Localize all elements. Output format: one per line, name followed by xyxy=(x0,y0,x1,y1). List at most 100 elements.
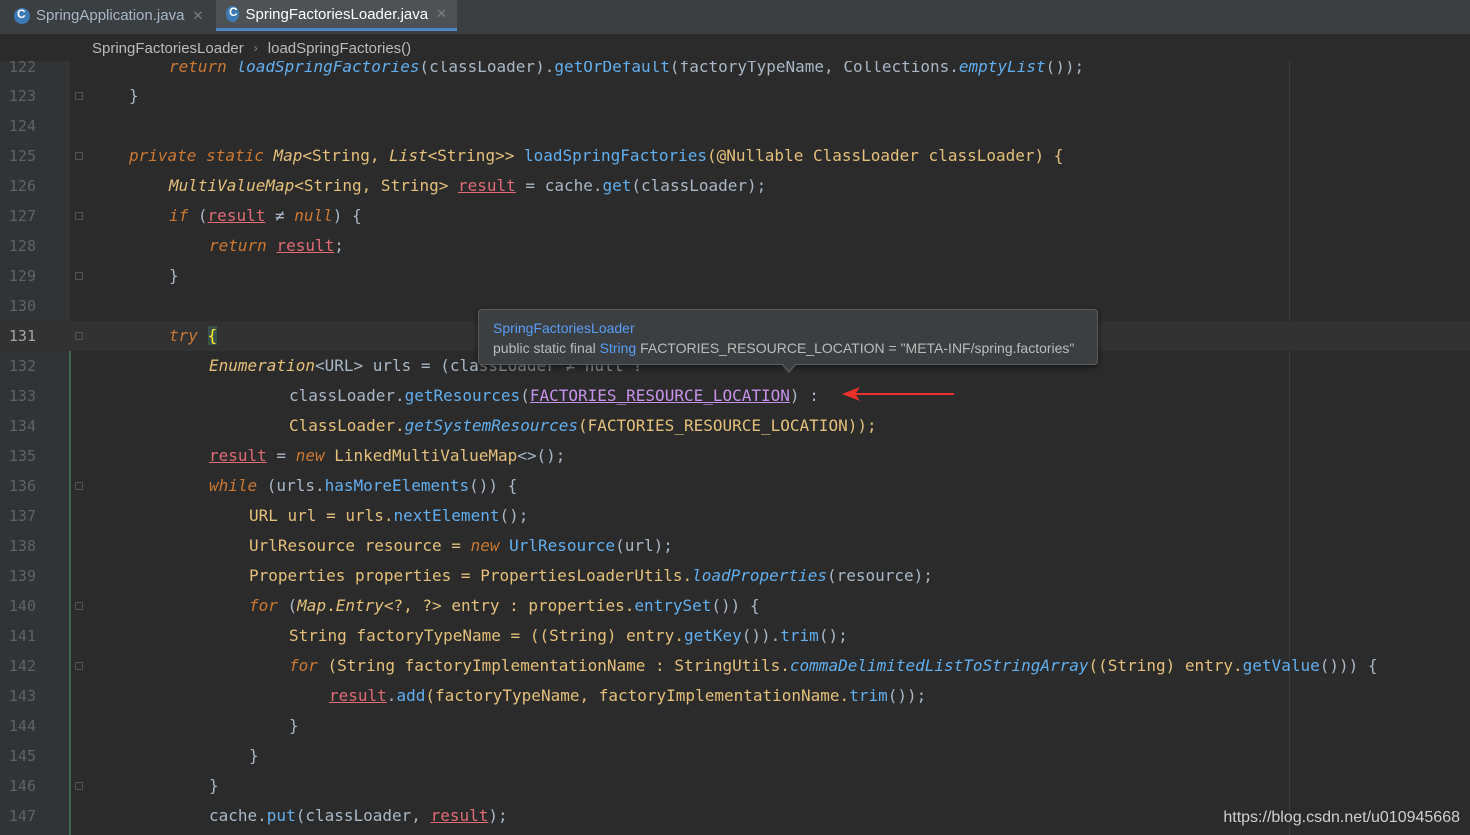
line-number: 126 xyxy=(8,177,36,195)
tooltip-class-name[interactable]: SpringFactoriesLoader xyxy=(493,318,1083,338)
tab-spring-application[interactable]: SpringApplication.java ✕ xyxy=(4,0,214,31)
code-token: LinkedMultiValueMap xyxy=(334,446,518,465)
fold-icon[interactable] xyxy=(75,272,83,280)
code-token: getValue xyxy=(1242,656,1320,675)
chevron-right-icon: › xyxy=(253,41,258,55)
breadcrumb: SpringFactoriesLoader › loadSpringFactor… xyxy=(0,35,1470,61)
code-token: UrlResource resource = xyxy=(249,536,471,555)
code-token: add xyxy=(396,686,426,705)
fold-icon[interactable] xyxy=(75,662,83,670)
fold-icon[interactable] xyxy=(75,92,83,100)
line-number: 137 xyxy=(8,507,36,525)
fold-icon[interactable] xyxy=(75,152,83,160)
code-line[interactable]: 124 xyxy=(0,111,1470,141)
code-token: getOrDefault xyxy=(554,61,670,76)
code-token: loadSpringFactories xyxy=(523,146,707,165)
code-token: ClassLoader. xyxy=(289,416,405,435)
breadcrumb-class[interactable]: SpringFactoriesLoader xyxy=(92,40,244,57)
code-token: ())) { xyxy=(1319,656,1378,675)
tab-label: SpringFactoriesLoader.java xyxy=(245,5,429,23)
code-token: new xyxy=(470,536,510,555)
code-token: result xyxy=(276,236,335,255)
code-token: <URL> urls = (cla xyxy=(314,356,479,375)
code-line[interactable]: 126 MultiValueMap<String, String> result… xyxy=(0,171,1470,201)
code-token: try xyxy=(169,326,208,345)
code-token: trim xyxy=(780,626,819,645)
code-token: MultiValueMap xyxy=(169,176,295,195)
fold-icon[interactable] xyxy=(75,212,83,220)
code-line[interactable]: 122 return loadSpringFactories(classLoad… xyxy=(0,61,1470,82)
fold-icon[interactable] xyxy=(75,602,83,610)
code-line[interactable]: 125 private static Map<String, List<Stri… xyxy=(0,141,1470,171)
code-token: (classLoader); xyxy=(631,176,767,195)
line-number: 138 xyxy=(8,537,36,555)
close-icon[interactable]: ✕ xyxy=(436,6,447,22)
code-line[interactable]: 123 } xyxy=(0,81,1470,111)
code-token: result xyxy=(209,446,267,465)
code-line[interactable]: 140 for (Map.Entry<?, ?> entry : propert… xyxy=(0,591,1470,621)
line-number: 133 xyxy=(8,387,36,405)
red-arrow-icon xyxy=(842,387,954,401)
tooltip-decl-type[interactable]: String xyxy=(600,340,637,356)
code-token: . xyxy=(386,686,397,705)
code-line[interactable]: 137 URL url = urls.nextElement(); xyxy=(0,501,1470,531)
code-token: } xyxy=(289,716,299,735)
fold-icon[interactable] xyxy=(75,782,83,790)
code-token: entrySet xyxy=(634,596,712,615)
code-token: put xyxy=(266,806,296,825)
code-token: loadProperties xyxy=(692,566,827,585)
fold-icon[interactable] xyxy=(75,332,83,340)
tooltip-decl-prefix: public static final xyxy=(493,340,600,356)
line-number: 139 xyxy=(8,567,36,585)
line-number: 122 xyxy=(8,61,36,76)
code-token: getSystemResources xyxy=(404,416,578,435)
code-token: loadSpringFactories xyxy=(236,61,420,76)
tab-spring-factories-loader[interactable]: SpringFactoriesLoader.java ✕ xyxy=(216,0,457,31)
code-line[interactable]: 145 } xyxy=(0,741,1470,771)
code-token: hasMoreElements xyxy=(324,476,470,495)
code-token: while xyxy=(209,476,267,495)
code-token: for xyxy=(289,656,328,675)
code-token: ) { xyxy=(332,206,362,225)
line-number: 130 xyxy=(8,297,36,315)
code-line[interactable]: 134 ClassLoader.getSystemResources(FACTO… xyxy=(0,411,1470,441)
code-token: classLoader. xyxy=(289,386,405,405)
code-line[interactable]: 136 while (urls.hasMoreElements()) { xyxy=(0,471,1470,501)
code-line[interactable]: 133 classLoader.getResources(FACTORIES_R… xyxy=(0,381,1470,411)
close-icon[interactable]: ✕ xyxy=(192,8,203,24)
code-line[interactable]: 138 UrlResource resource = new UrlResour… xyxy=(0,531,1470,561)
code-line[interactable]: 135 result = new LinkedMultiValueMap<>()… xyxy=(0,441,1470,471)
fold-icon[interactable] xyxy=(75,482,83,490)
code-token: return xyxy=(169,61,237,76)
code-line[interactable]: 146 } xyxy=(0,771,1470,801)
code-token: return xyxy=(209,236,277,255)
code-token: ; xyxy=(334,236,344,255)
code-line[interactable]: 139 Properties properties = PropertiesLo… xyxy=(0,561,1470,591)
code-line[interactable]: 127 if (result ≠ null) { xyxy=(0,201,1470,231)
code-token: emptyList xyxy=(958,61,1046,76)
tab-label: SpringApplication.java xyxy=(36,7,185,24)
line-number: 136 xyxy=(8,477,36,495)
code-token: ( xyxy=(520,386,530,405)
java-class-icon xyxy=(14,7,30,24)
code-token: (FACTORIES_RESOURCE_LOCATION)); xyxy=(577,416,877,435)
code-line[interactable]: 142 for (String factoryImplementationNam… xyxy=(0,651,1470,681)
code-token: } xyxy=(129,86,139,105)
code-line[interactable]: 144 } xyxy=(0,711,1470,741)
code-line[interactable]: 143 result.add(factoryTypeName, factoryI… xyxy=(0,681,1470,711)
code-editor[interactable]: 122 return loadSpringFactories(classLoad… xyxy=(0,61,1470,835)
code-token: new xyxy=(295,446,335,465)
code-line[interactable]: 141 String factoryTypeName = ((String) e… xyxy=(0,621,1470,651)
code-token: <?, ?> entry : properties. xyxy=(383,596,635,615)
code-token: ()). xyxy=(741,626,781,645)
code-line[interactable]: 128 return result; xyxy=(0,231,1470,261)
code-token: ((String) entry. xyxy=(1088,656,1243,675)
code-token: if xyxy=(169,206,198,225)
code-token: (factoryTypeName, factoryImplementationN… xyxy=(425,686,850,705)
code-token: ) : xyxy=(789,386,819,405)
code-token: (); xyxy=(818,626,848,645)
code-token: result xyxy=(430,806,489,825)
code-line[interactable]: 129 } xyxy=(0,261,1470,291)
code-token: getKey xyxy=(683,626,742,645)
breadcrumb-method[interactable]: loadSpringFactories() xyxy=(268,40,411,57)
